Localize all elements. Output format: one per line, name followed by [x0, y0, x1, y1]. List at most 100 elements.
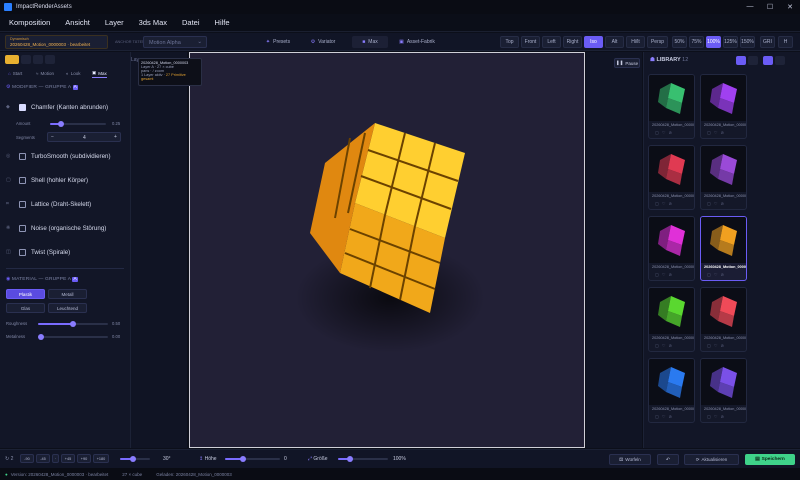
- library-item-actions[interactable]: ▢ ♡ ⊘: [707, 414, 725, 419]
- library-item-actions[interactable]: ▢ ♡ ⊘: [707, 343, 725, 348]
- library-item[interactable]: 20260428_Motion_0000002 ▢ ♡ ⊘: [700, 74, 747, 139]
- size-l-icon[interactable]: [775, 56, 785, 65]
- wuerfeln-button[interactable]: ⚄ Würfeln: [609, 454, 651, 465]
- groesse-slider[interactable]: [338, 456, 388, 462]
- modifier-twist[interactable]: ◫ Twist (Spirale): [6, 246, 126, 258]
- tab-start[interactable]: ⌂ Start: [8, 69, 22, 78]
- library-item[interactable]: 20260428_Motion_0000001 ▢ ♡ ⊘: [648, 74, 695, 139]
- undo-button[interactable]: ↶: [657, 454, 679, 465]
- grid-view-icon[interactable]: [736, 56, 746, 65]
- viewport[interactable]: [189, 52, 585, 448]
- noise-checkbox[interactable]: [19, 224, 26, 232]
- zoom-100[interactable]: 100%: [706, 36, 721, 48]
- material-plastik[interactable]: Plastik: [6, 289, 45, 299]
- twist-checkbox[interactable]: [19, 248, 26, 256]
- minimize-button[interactable]: —: [740, 3, 760, 11]
- speichern-button[interactable]: ▤ Speichern: [745, 454, 795, 465]
- tool-grab-icon[interactable]: [5, 55, 19, 64]
- menu-3dsmax[interactable]: 3ds Max: [139, 18, 167, 27]
- material-leuchtend[interactable]: Leuchtend: [48, 303, 87, 313]
- view-iso[interactable]: Iso: [584, 36, 603, 48]
- lattice-checkbox[interactable]: [19, 200, 26, 208]
- step-plus-45[interactable]: +45: [61, 454, 75, 463]
- view-alt[interactable]: Alt: [605, 36, 624, 48]
- library-item-actions[interactable]: ▢ ♡ ⊘: [655, 414, 673, 419]
- minus-icon[interactable]: −: [51, 134, 54, 140]
- step-minus-90[interactable]: -90: [20, 454, 34, 463]
- material-glas[interactable]: Glas: [6, 303, 45, 313]
- aktualisieren-button[interactable]: ⟳ Aktualisieren: [684, 454, 739, 465]
- step-reset[interactable]: ·: [52, 454, 59, 463]
- zoom-50[interactable]: 50%: [672, 36, 687, 48]
- zoom-75[interactable]: 75%: [689, 36, 704, 48]
- close-button[interactable]: ✕: [780, 3, 800, 11]
- hoehe-slider[interactable]: [225, 456, 280, 462]
- amount-slider-knob[interactable]: [58, 121, 64, 127]
- drag-handle-icon[interactable]: ◆: [6, 104, 13, 110]
- tool-rotate-icon[interactable]: [45, 55, 55, 64]
- library-item[interactable]: 20260428_Motion_0000006 ▢ ♡ ⊘: [648, 216, 695, 281]
- library-item[interactable]: 20260428_Motion_0000004 ▢ ♡ ⊘: [648, 145, 695, 210]
- turbosmooth-checkbox[interactable]: [19, 152, 26, 160]
- modifier-chamfer[interactable]: ◆ Chamfer (Kanten abrunden): [6, 101, 126, 113]
- tool-move-icon[interactable]: [33, 55, 43, 64]
- modifier-lattice[interactable]: ⌗ Lattice (Draht-Skelett): [6, 198, 126, 210]
- library-item-actions[interactable]: ▢ ♡ ⊘: [655, 130, 673, 135]
- segments-stepper[interactable]: − 4 +: [47, 132, 121, 142]
- variator-button[interactable]: ⚙ Variator: [305, 36, 341, 48]
- tab-max[interactable]: ▣ Max: [92, 69, 107, 78]
- modifier-noise[interactable]: ❋ Noise (organische Störung): [6, 222, 126, 234]
- library-item[interactable]: 20260428_Motion_0000008 ▢ ♡ ⊘: [700, 287, 747, 352]
- menu-komposition[interactable]: Komposition: [9, 18, 50, 27]
- metalness-slider[interactable]: [38, 334, 108, 340]
- grid-button[interactable]: GRI: [760, 36, 775, 48]
- view-hilt[interactable]: Hi/lt: [626, 36, 645, 48]
- h-button[interactable]: H: [778, 36, 793, 48]
- tool-select-icon[interactable]: [21, 55, 31, 64]
- zoom-125[interactable]: 125%: [723, 36, 738, 48]
- step-plus-90[interactable]: +90: [77, 454, 91, 463]
- tab-motion[interactable]: ≈ Motion: [36, 69, 54, 78]
- size-s-icon[interactable]: [763, 56, 773, 65]
- pause-button[interactable]: ❚❚ Pause: [614, 58, 640, 68]
- amount-slider[interactable]: [50, 121, 106, 127]
- library-item-actions[interactable]: ▢ ♡ ⊘: [655, 201, 673, 206]
- tab-look[interactable]: ◐ Look: [66, 69, 80, 78]
- menu-ansicht[interactable]: Ansicht: [65, 18, 90, 27]
- roughness-slider[interactable]: [38, 321, 108, 327]
- list-view-icon[interactable]: [748, 56, 758, 65]
- step-minus-45[interactable]: -45: [36, 454, 50, 463]
- menu-hilfe[interactable]: Hilfe: [215, 18, 230, 27]
- project-box[interactable]: Dynamisch 20260428_Motion_0000003 · bear…: [5, 35, 108, 49]
- modifier-shell[interactable]: ▢ Shell (hohler Körper): [6, 174, 126, 186]
- zoom-150[interactable]: 150%: [740, 36, 755, 48]
- menu-datei[interactable]: Datei: [182, 18, 200, 27]
- library-item[interactable]: 20260428_Motion_0000005 ▢ ♡ ⊘: [700, 145, 747, 210]
- library-item-actions[interactable]: ▢ ♡ ⊘: [707, 272, 725, 277]
- library-item[interactable]: 20260428_Motion_0000003 ▢ ♡ ⊘: [700, 216, 747, 281]
- maximize-button[interactable]: ☐: [760, 3, 780, 11]
- modifier-turbosmooth[interactable]: ◎ TurboSmooth (subdividieren): [6, 150, 126, 162]
- library-item[interactable]: 20260428_Motion_0000009 ▢ ♡ ⊘: [648, 358, 695, 423]
- library-item-actions[interactable]: ▢ ♡ ⊘: [655, 343, 673, 348]
- menu-layer[interactable]: Layer: [105, 18, 124, 27]
- asset-fabrik-button[interactable]: ▣ Asset-Fabrik: [394, 36, 440, 48]
- library-item-actions[interactable]: ▢ ♡ ⊘: [707, 201, 725, 206]
- shell-checkbox[interactable]: [19, 176, 26, 184]
- library-item[interactable]: 20260428_Motion_0000007 ▢ ♡ ⊘: [648, 287, 695, 352]
- motion-select[interactable]: Motion Alpha ⌄: [143, 36, 207, 48]
- view-front[interactable]: Front: [521, 36, 540, 48]
- plus-icon[interactable]: +: [114, 134, 117, 140]
- rotation-slider[interactable]: [120, 456, 150, 462]
- library-item[interactable]: 20260428_Motion_0000010 ▢ ♡ ⊘: [700, 358, 747, 423]
- roughness-slider-knob[interactable]: [70, 321, 76, 327]
- material-metall[interactable]: Metall: [48, 289, 87, 299]
- library-item-actions[interactable]: ▢ ♡ ⊘: [655, 272, 673, 277]
- library-item-actions[interactable]: ▢ ♡ ⊘: [707, 130, 725, 135]
- view-left[interactable]: Left: [542, 36, 561, 48]
- metalness-slider-knob[interactable]: [38, 334, 44, 340]
- chamfer-checkbox[interactable]: [19, 103, 26, 111]
- presets-button[interactable]: ✦ Presets: [260, 36, 296, 48]
- step-plus-180[interactable]: +180: [93, 454, 109, 463]
- view-right[interactable]: Right: [563, 36, 582, 48]
